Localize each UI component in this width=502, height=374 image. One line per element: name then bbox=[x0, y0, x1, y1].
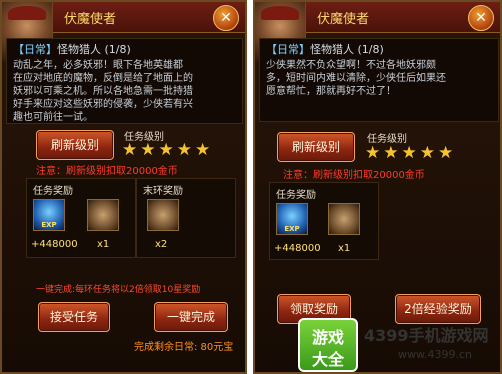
task-reward-box: 任务奖励 EXP +448000 x1 bbox=[269, 182, 379, 260]
ring-reward-item-icon[interactable] bbox=[147, 199, 179, 231]
exp-icon[interactable]: EXP bbox=[276, 203, 308, 235]
ring-reward-label: 末环奖励 bbox=[143, 186, 183, 197]
exp-icon-text: EXP bbox=[284, 225, 300, 233]
star-icon: ★ bbox=[195, 140, 211, 160]
close-button[interactable]: ✕ bbox=[213, 5, 239, 31]
quest-tag: 【日常】 bbox=[266, 43, 310, 56]
exp-icon[interactable]: EXP bbox=[33, 199, 65, 231]
npc-name: 伏魔使者 bbox=[317, 12, 370, 27]
quest-name: 怪物猎人 (1/8) bbox=[310, 43, 384, 56]
star-rating: ★ ★ ★ ★ ★ bbox=[122, 142, 210, 159]
quest-name: 怪物猎人 (1/8) bbox=[57, 43, 131, 56]
quest-description: 少侠果然不负众望啊！不过各地妖邪颇 多，短时间内难以清除，少侠任后如果还 愿意帮… bbox=[266, 59, 492, 98]
quest-desc-line: 动乱之年，必多妖邪！眼下各地英雄都 bbox=[13, 60, 183, 71]
item-count: x1 bbox=[338, 243, 351, 254]
site-name: 4399手机游戏网 bbox=[364, 326, 489, 345]
logo-text-top: 游戏 bbox=[311, 328, 344, 347]
quest-tag: 【日常】 bbox=[13, 43, 57, 56]
task-reward-label: 任务奖励 bbox=[33, 186, 73, 197]
quest-desc-line: 少侠果然不负众望啊！不过各地妖邪颇 bbox=[266, 60, 436, 71]
star-rating: ★ ★ ★ ★ ★ bbox=[365, 145, 453, 162]
quest-desc-line: 多，短时间内难以清除，少侠任后如果还 bbox=[266, 73, 446, 84]
exp-icon-text: EXP bbox=[41, 221, 57, 229]
quest-desc-line: 愿意帮忙，那就再好不过了！ bbox=[266, 86, 396, 97]
close-icon: ✕ bbox=[220, 10, 232, 26]
task-reward-box: 任务奖励 EXP +448000 x1 bbox=[26, 178, 136, 258]
star-icon: ★ bbox=[419, 143, 435, 163]
quest-description-box: 【日常】怪物猎人 (1/8) 少侠果然不负众望啊！不过各地妖邪颇 多，短时间内难… bbox=[259, 38, 499, 122]
item-count: x1 bbox=[97, 239, 110, 250]
double-exp-reward-button[interactable]: 2倍经验奖励 bbox=[395, 294, 481, 324]
task-reward-label: 任务奖励 bbox=[276, 190, 316, 201]
quest-title: 【日常】怪物猎人 (1/8) bbox=[266, 41, 492, 57]
quest-description: 动乱之年，必多妖邪！眼下各地英雄都 在应对地底的魔物，反倒是给了地面上的 妖邪以… bbox=[13, 59, 236, 124]
quest-desc-line: 好手来应对这些妖邪的侵袭，少侠若有兴 bbox=[13, 99, 193, 110]
ring-item-count: x2 bbox=[155, 239, 168, 250]
dialog-header: 伏魔使者 ✕ bbox=[255, 2, 500, 62]
refresh-level-button[interactable]: 刷新级别 bbox=[36, 130, 114, 160]
npc-name: 伏魔使者 bbox=[64, 12, 117, 27]
ring-reward-box: 末环奖励 x2 bbox=[136, 178, 236, 258]
star-icon: ★ bbox=[158, 140, 174, 160]
refresh-level-button[interactable]: 刷新级别 bbox=[277, 132, 355, 162]
logo-text-bottom: 大全 bbox=[311, 350, 344, 369]
complete-cost-note: 完成剩余日常: 80元宝 bbox=[134, 342, 234, 353]
quest-title: 【日常】怪物猎人 (1/8) bbox=[13, 41, 236, 57]
quest-desc-line: 妖邪以可乘之机。所以各地急需一批持猎 bbox=[13, 86, 193, 97]
reward-item-icon[interactable] bbox=[87, 199, 119, 231]
star-icon: ★ bbox=[438, 143, 454, 163]
refresh-cost-note: 注意：刷新级别扣取20000金币 bbox=[283, 170, 425, 181]
quest-desc-line: 在应对地底的魔物，反倒是给了地面上的 bbox=[13, 73, 193, 84]
site-logo: 游戏 大全 bbox=[298, 318, 358, 372]
star-icon: ★ bbox=[176, 140, 192, 160]
quest-description-box: 【日常】怪物猎人 (1/8) 动乱之年，必多妖邪！眼下各地英雄都 在应对地底的魔… bbox=[6, 38, 243, 124]
star-icon: ★ bbox=[140, 140, 156, 160]
exp-reward-value: +448000 bbox=[274, 243, 321, 254]
star-icon: ★ bbox=[122, 140, 138, 160]
exp-reward-value: +448000 bbox=[31, 239, 78, 250]
one-key-complete-button[interactable]: 一键完成 bbox=[154, 302, 228, 332]
right-dialog-panel: 伏魔使者 ✕ 【日常】怪物猎人 (1/8) 少侠果然不负众望啊！不过各地妖邪颇 … bbox=[253, 0, 502, 374]
star-icon: ★ bbox=[401, 143, 417, 163]
close-icon: ✕ bbox=[475, 10, 487, 26]
close-button[interactable]: ✕ bbox=[468, 5, 494, 31]
accept-task-button[interactable]: 接受任务 bbox=[38, 302, 110, 332]
quest-desc-line: 趣也可前往一试。 bbox=[13, 112, 93, 123]
refresh-cost-note: 注意：刷新级别扣取20000金币 bbox=[36, 166, 178, 177]
reward-item-icon[interactable] bbox=[328, 203, 360, 235]
site-url: www.4399.cn bbox=[398, 348, 472, 361]
left-dialog-panel: 伏魔使者 ✕ 【日常】怪物猎人 (1/8) 动乱之年，必多妖邪！眼下各地英雄都 … bbox=[0, 0, 247, 374]
star-icon: ★ bbox=[383, 143, 399, 163]
dialog-header: 伏魔使者 ✕ bbox=[2, 2, 245, 62]
star-icon: ★ bbox=[365, 143, 381, 163]
one-key-note: 一键完成:每环任务将以2倍领取10星奖励 bbox=[36, 285, 201, 295]
